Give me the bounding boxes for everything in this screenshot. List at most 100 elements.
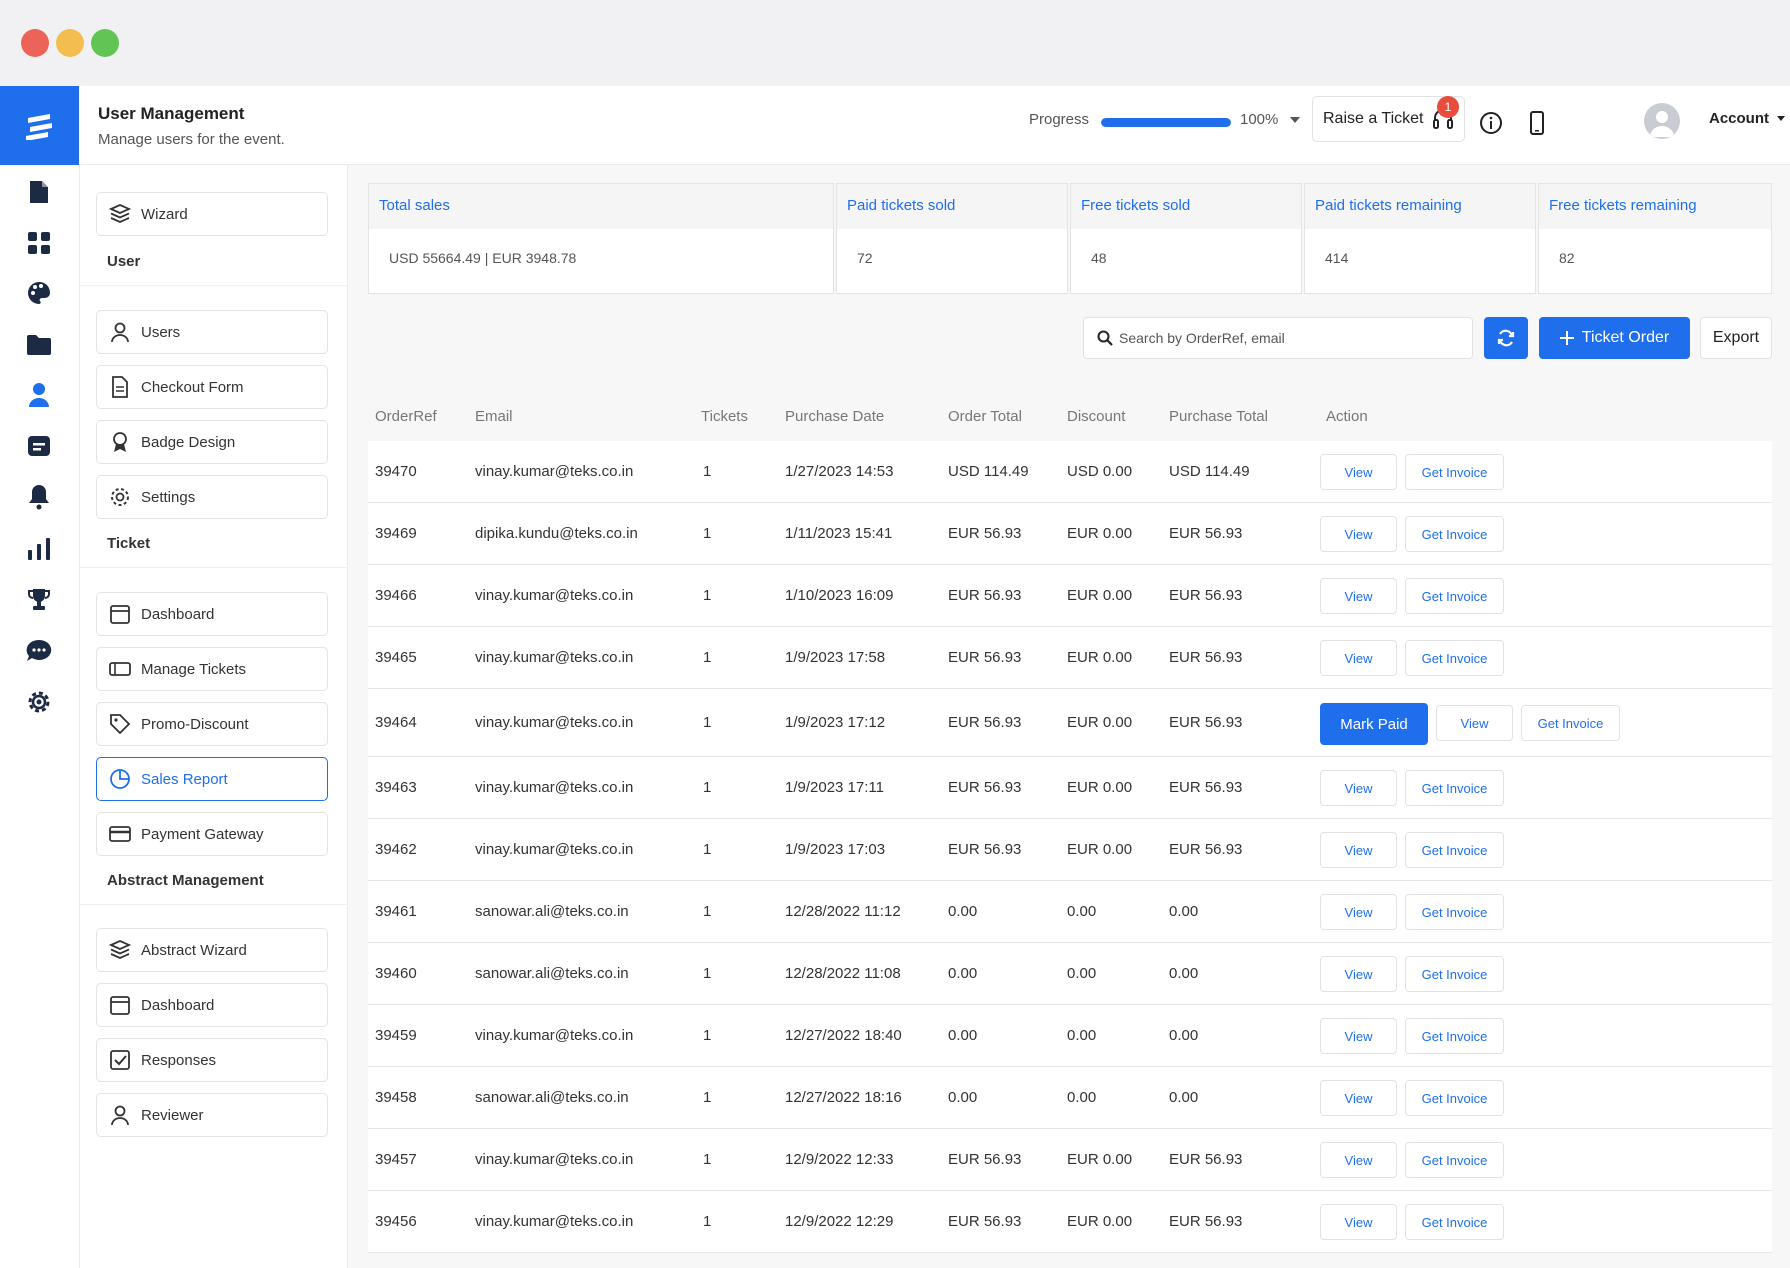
cell-email: vinay.kumar@teks.co.in	[475, 463, 634, 480]
refresh-button[interactable]	[1484, 317, 1528, 359]
stat-total-sales: Total sales USD 55664.49 | EUR 3948.78	[368, 183, 834, 294]
view-button[interactable]: View	[1320, 770, 1397, 806]
view-button[interactable]: View	[1320, 956, 1397, 992]
sidebar-item-abstract-dashboard[interactable]: Dashboard	[96, 983, 328, 1027]
table-row: 39469 dipika.kundu@teks.co.in 1 1/11/2023 1…	[368, 503, 1772, 565]
cell-order-ref: 39469	[375, 525, 417, 542]
get-invoice-button[interactable]: Get Invoice	[1405, 894, 1504, 930]
cell-purchase-date: 1/11/2023 15:41	[785, 525, 893, 542]
cell-purchase-total: 0.00	[1169, 965, 1199, 982]
view-button[interactable]: View	[1320, 1080, 1397, 1116]
sidebar-item-reviewer[interactable]: Reviewer	[96, 1093, 328, 1137]
get-invoice-button[interactable]: Get Invoice	[1405, 1080, 1504, 1116]
minimize-window-button[interactable]	[56, 29, 84, 57]
get-invoice-button[interactable]: Get Invoice	[1405, 1204, 1504, 1240]
sidebar-item-wizard[interactable]: Wizard	[96, 192, 328, 236]
cell-tickets: 1	[703, 965, 712, 982]
account-caret[interactable]	[1777, 116, 1785, 121]
sidebar-item-payment-gateway[interactable]: Payment Gateway	[96, 812, 328, 856]
column-header: Purchase Total	[1169, 408, 1268, 425]
get-invoice-button[interactable]: Get Invoice	[1405, 640, 1504, 676]
sidebar-item-abstract-wizard[interactable]: Abstract Wizard	[96, 928, 328, 972]
info-icon[interactable]	[1478, 110, 1504, 136]
ticket-icon[interactable]	[21, 428, 57, 464]
get-invoice-button[interactable]: Get Invoice	[1405, 578, 1504, 614]
folder-icon[interactable]	[21, 327, 57, 363]
pie-chart-icon	[110, 769, 130, 789]
cell-purchase-date: 1/10/2023 16:09	[785, 587, 894, 604]
search-input[interactable]: Search by OrderRef, email	[1083, 317, 1473, 359]
sidebar: Wizard User Users Checkout Form Badge De…	[80, 165, 348, 1268]
table-row: 39457 vinay.kumar@teks.co.in 1 12/9/2022 12…	[368, 1129, 1772, 1191]
progress-fill	[1101, 118, 1231, 127]
cell-email: dipika.kundu@teks.co.in	[475, 525, 638, 542]
view-button[interactable]: View	[1436, 705, 1513, 741]
trophy-icon[interactable]	[21, 582, 57, 618]
get-invoice-button[interactable]: Get Invoice	[1405, 454, 1504, 490]
view-button[interactable]: View	[1320, 1018, 1397, 1054]
view-button[interactable]: View	[1320, 578, 1397, 614]
cell-purchase-total: EUR 56.93	[1169, 1151, 1243, 1168]
chat-icon[interactable]	[21, 633, 57, 669]
view-button[interactable]: View	[1320, 1204, 1397, 1240]
user-icon[interactable]	[21, 377, 57, 413]
cell-purchase-date: 12/9/2022 12:33	[785, 1151, 894, 1168]
bell-icon[interactable]	[21, 479, 57, 515]
view-button[interactable]: View	[1320, 454, 1397, 490]
sidebar-item-label: Promo-Discount	[141, 715, 249, 733]
close-window-button[interactable]	[21, 29, 49, 57]
cell-purchase-total: 0.00	[1169, 1089, 1199, 1106]
get-invoice-button[interactable]: Get Invoice	[1405, 1142, 1504, 1178]
get-invoice-button[interactable]: Get Invoice	[1521, 705, 1620, 741]
sidebar-item-badge-design[interactable]: Badge Design	[96, 420, 328, 464]
avatar[interactable]	[1644, 103, 1680, 139]
sidebar-item-manage-tickets[interactable]: Manage Tickets	[96, 647, 328, 691]
sidebar-item-checkout-form[interactable]: Checkout Form	[96, 365, 328, 409]
user-outline-icon	[111, 322, 129, 343]
app-logo[interactable]	[0, 86, 79, 165]
view-button[interactable]: View	[1320, 832, 1397, 868]
gear-icon[interactable]	[21, 684, 57, 720]
cell-order-total: EUR 56.93	[948, 525, 1022, 542]
sidebar-item-dashboard[interactable]: Dashboard	[96, 592, 328, 636]
table-row: 39470 vinay.kumar@teks.co.in 1 1/27/2023 14…	[368, 441, 1772, 503]
view-button[interactable]: View	[1320, 516, 1397, 552]
mark-paid-button[interactable]: Mark Paid	[1320, 703, 1428, 745]
get-invoice-button[interactable]: Get Invoice	[1405, 1018, 1504, 1054]
cell-tickets: 1	[703, 525, 712, 542]
progress-dropdown-caret[interactable]	[1290, 117, 1300, 123]
stat-value: 48	[1091, 250, 1107, 266]
cell-order-ref: 39463	[375, 779, 417, 796]
mobile-icon[interactable]	[1524, 110, 1550, 136]
get-invoice-button[interactable]: Get Invoice	[1405, 832, 1504, 868]
grid-icon[interactable]	[21, 225, 57, 261]
palette-icon[interactable]	[21, 275, 57, 311]
sidebar-item-responses[interactable]: Responses	[96, 1038, 328, 1082]
view-button[interactable]: View	[1320, 640, 1397, 676]
get-invoice-button[interactable]: Get Invoice	[1405, 956, 1504, 992]
view-button[interactable]: View	[1320, 1142, 1397, 1178]
document-icon[interactable]	[21, 174, 57, 210]
get-invoice-button[interactable]: Get Invoice	[1405, 516, 1504, 552]
account-menu[interactable]: Account	[1709, 110, 1769, 127]
sidebar-item-sales-report[interactable]: Sales Report	[96, 757, 328, 801]
get-invoice-button[interactable]: Get Invoice	[1405, 770, 1504, 806]
cell-email: sanowar.ali@teks.co.in	[475, 1089, 629, 1106]
export-button[interactable]: Export	[1700, 317, 1772, 359]
bar-chart-icon[interactable]	[21, 531, 57, 567]
sidebar-item-settings[interactable]: Settings	[96, 475, 328, 519]
cell-tickets: 1	[703, 903, 712, 920]
cell-order-total: EUR 56.93	[948, 779, 1022, 796]
view-button[interactable]: View	[1320, 894, 1397, 930]
ticket-order-button[interactable]: Ticket Order	[1539, 317, 1690, 359]
sidebar-item-users[interactable]: Users	[96, 310, 328, 354]
top-bar: User Management Manage users for the eve…	[79, 86, 1790, 165]
sidebar-item-label: Badge Design	[141, 433, 236, 451]
column-header: Purchase Date	[785, 408, 885, 425]
cell-purchase-date: 12/9/2022 12:29	[785, 1213, 894, 1230]
cell-purchase-date: 1/9/2023 17:11	[785, 779, 884, 796]
raise-ticket-label: Raise a Ticket	[1323, 110, 1424, 127]
sidebar-item-promo-discount[interactable]: Promo-Discount	[96, 702, 328, 746]
section-divider	[80, 904, 348, 905]
maximize-window-button[interactable]	[91, 29, 119, 57]
